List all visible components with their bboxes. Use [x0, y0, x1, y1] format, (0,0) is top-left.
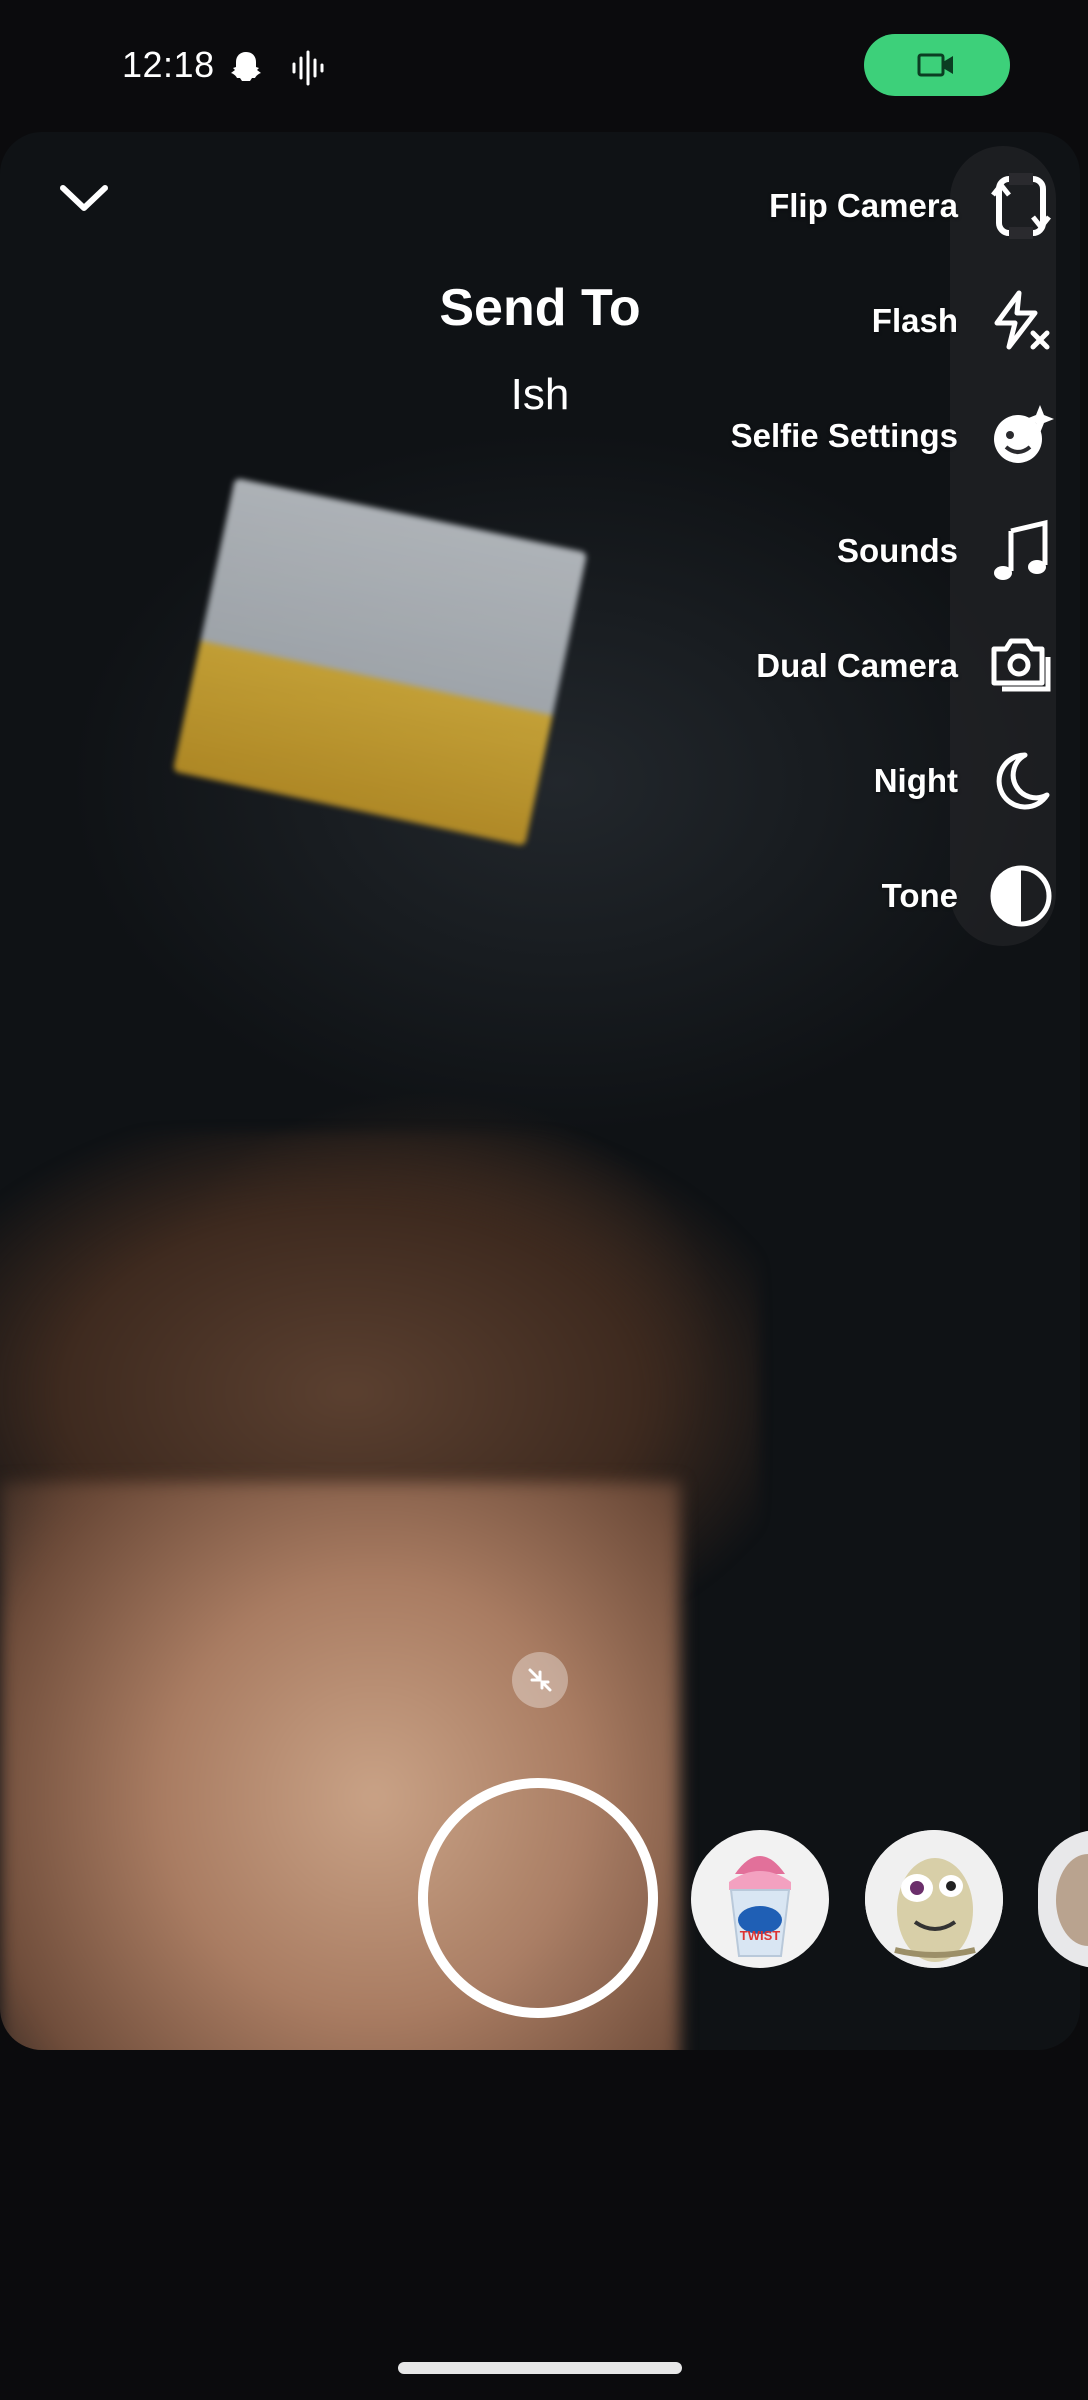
tool-label: Night	[873, 762, 958, 799]
flash-off-icon	[986, 286, 1056, 356]
tool-tone[interactable]: Tone	[882, 856, 1056, 936]
dual-camera-icon	[986, 631, 1056, 701]
background-sticker	[172, 477, 588, 847]
home-indicator[interactable]	[398, 2362, 682, 2374]
sloth-character-icon	[865, 1830, 1003, 1968]
music-note-icon	[986, 516, 1056, 586]
flip-camera-icon	[986, 171, 1056, 241]
chevron-down-icon	[60, 185, 108, 211]
capture-button[interactable]	[418, 1778, 658, 2018]
tool-label: Selfie Settings	[730, 417, 958, 454]
tool-label: Flip Camera	[769, 187, 958, 224]
lens-sloth-character[interactable]	[865, 1830, 1003, 1968]
lens-twist-text: TWIST	[740, 1928, 780, 1943]
send-to-recipient: Ish	[510, 370, 570, 419]
shrink-arrows-icon	[528, 1668, 552, 1692]
tool-label: Flash	[871, 302, 958, 339]
tool-label: Dual Camera	[756, 647, 958, 684]
shrink-button[interactable]	[512, 1652, 568, 1708]
send-to-title: Send To	[439, 279, 641, 337]
tool-sounds[interactable]: Sounds	[837, 511, 1056, 591]
recording-indicator[interactable]	[864, 34, 1010, 96]
tool-flash[interactable]: Flash	[872, 281, 1056, 361]
tone-icon	[986, 861, 1056, 931]
status-time: 12:18	[122, 44, 215, 85]
tool-label: Tone	[881, 877, 958, 914]
snapchat-ghost-icon	[226, 48, 266, 93]
collapse-button[interactable]	[54, 176, 114, 220]
ice-cream-icon: TWIST	[729, 1856, 791, 1957]
tool-night[interactable]: Night	[874, 741, 1056, 821]
tool-selfie-settings[interactable]: Selfie Settings	[731, 396, 1056, 476]
video-camera-icon	[917, 53, 953, 77]
status-bar: 12:18	[0, 0, 1088, 130]
selfie-settings-icon	[986, 401, 1056, 471]
lens-twist-ice-cream[interactable]: TWIST	[691, 1830, 829, 1968]
audio-waveform-icon	[290, 48, 324, 93]
tool-flip-camera[interactable]: Flip Camera	[769, 166, 1056, 246]
moon-icon	[986, 746, 1056, 816]
tool-label: Sounds	[837, 532, 958, 569]
tool-dual-camera[interactable]: Dual Camera	[756, 626, 1056, 706]
